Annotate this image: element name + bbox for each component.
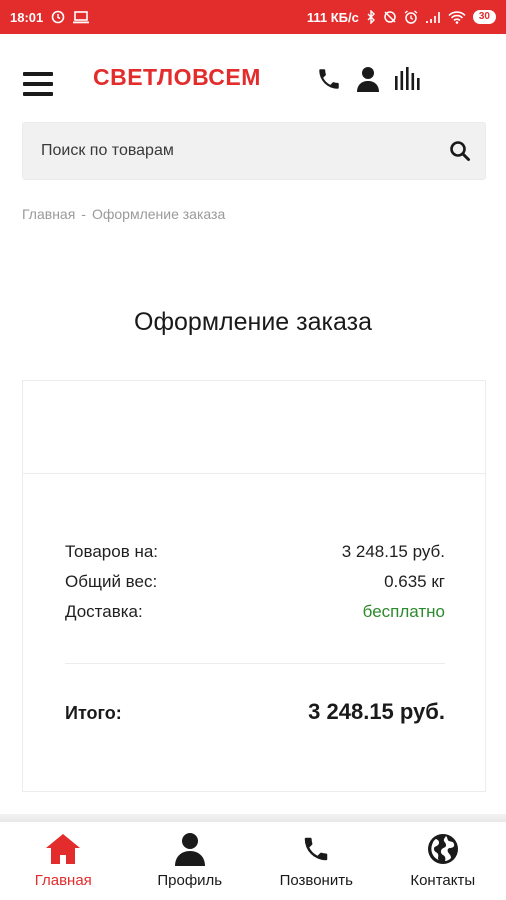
total-label: Итого: [65, 703, 122, 723]
battery-indicator: 30 [472, 10, 496, 24]
wifi-icon [448, 10, 466, 24]
profile-icon [174, 832, 206, 866]
weight-label: Общий вес: [65, 572, 158, 591]
bars-icon[interactable] [394, 66, 422, 97]
delivery-value: бесплатно [362, 602, 445, 621]
network-speed: 111 КБ/с [306, 9, 359, 25]
home-icon [45, 832, 81, 866]
signal-icon [425, 11, 441, 24]
order-summary-card: Товаров на: 3 248.15 руб. Общий вес: 0.6… [22, 380, 486, 792]
nav-contacts[interactable]: Контакты [380, 822, 506, 900]
nav-home-label: Главная [34, 872, 92, 889]
page-title: Оформление заказа [134, 308, 372, 336]
search-input[interactable] [23, 123, 443, 179]
alarm-clock-icon [51, 10, 65, 24]
nav-call[interactable]: Позвонить [253, 822, 380, 900]
breadcrumb-separator: - [81, 206, 86, 222]
summary-rows: Товаров на: 3 248.15 руб. Общий вес: 0.6… [65, 537, 445, 627]
user-icon[interactable] [356, 66, 380, 97]
weight-value: 0.635 кг [384, 572, 445, 591]
laptop-icon [73, 10, 90, 24]
nav-profile-label: Профиль [157, 872, 223, 889]
items-total-label: Товаров на: [65, 542, 159, 561]
status-bar: 18:01 111 КБ/с 30 [0, 0, 506, 34]
phone-icon[interactable] [316, 66, 342, 97]
bluetooth-icon [366, 10, 376, 24]
globe-icon [427, 832, 459, 866]
nav-contacts-label: Контакты [410, 872, 476, 889]
nav-call-label: Позвонить [279, 872, 353, 889]
brand-logo[interactable]: СВЕТЛОВСЕМ [93, 64, 261, 91]
order-total: Итого: 3 248.15 руб. [65, 699, 445, 725]
summary-row-weight: Общий вес: 0.635 кг [65, 567, 445, 597]
nav-profile[interactable]: Профиль [127, 822, 254, 900]
alarm-icon [404, 10, 418, 24]
breadcrumb-current: Оформление заказа [91, 206, 226, 222]
search-bar [22, 122, 486, 180]
app-header: СВЕТЛОВСЕМ [0, 34, 506, 120]
summary-row-delivery: Доставка: бесплатно [65, 597, 445, 627]
no-sync-icon [383, 10, 397, 24]
search-icon[interactable] [449, 140, 471, 162]
summary-divider [65, 663, 445, 664]
breadcrumb: Главная - Оформление заказа [22, 206, 225, 222]
total-value: 3 248.15 руб. [308, 699, 445, 724]
card-header-area [23, 381, 485, 474]
status-time: 18:01 [10, 9, 44, 25]
breadcrumb-home-link[interactable]: Главная [22, 206, 75, 222]
nav-home[interactable]: Главная [0, 822, 127, 900]
phone-icon [301, 832, 331, 866]
items-total-value: 3 248.15 руб. [341, 542, 445, 561]
bottom-navigation: Главная Профиль Позвонить Контакты [0, 822, 506, 900]
summary-row-items: Товаров на: 3 248.15 руб. [65, 537, 445, 567]
menu-icon[interactable] [23, 72, 53, 96]
delivery-label: Доставка: [65, 602, 143, 621]
bottom-nav-shadow [0, 814, 506, 822]
